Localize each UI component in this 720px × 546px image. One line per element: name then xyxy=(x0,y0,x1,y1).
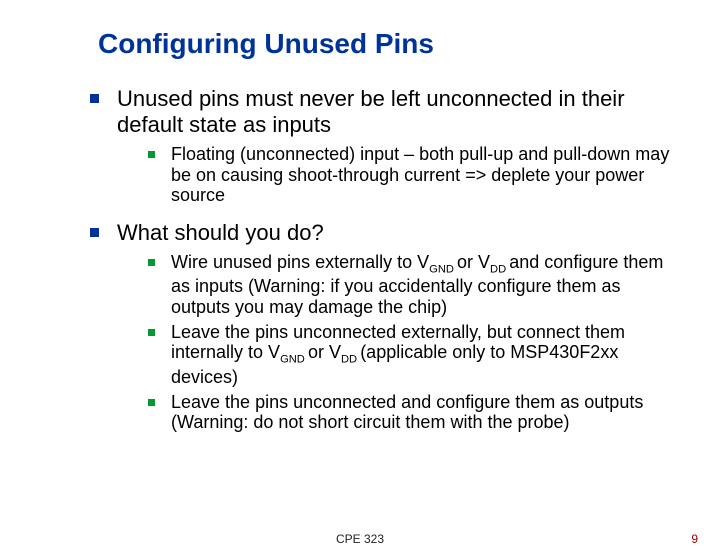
l2-text: Floating (unconnected) input – both pull… xyxy=(171,144,680,206)
square-bullet-icon xyxy=(148,259,155,266)
bullet-l1-item: What should you do? xyxy=(90,220,680,246)
bullet-l2-item: Leave the pins unconnected externally, b… xyxy=(148,322,680,388)
footer-page-number: 9 xyxy=(691,532,698,546)
l2-text: Wire unused pins externally to VGND or V… xyxy=(171,252,680,318)
bullet-l1-item: Unused pins must never be left unconnect… xyxy=(90,86,680,138)
l1-text: Unused pins must never be left unconnect… xyxy=(117,86,680,138)
square-bullet-icon xyxy=(148,151,155,158)
square-bullet-icon xyxy=(90,94,99,103)
text-fragment: or V xyxy=(457,252,490,272)
slide-title: Configuring Unused Pins xyxy=(98,28,680,60)
square-bullet-icon xyxy=(148,329,155,336)
text-fragment: Wire unused pins externally to V xyxy=(171,252,429,272)
bullet-l2-item: Leave the pins unconnected and configure… xyxy=(148,392,680,433)
bullet-l2-item: Floating (unconnected) input – both pull… xyxy=(148,144,680,206)
subscript: DD xyxy=(341,354,360,366)
l2-text: Leave the pins unconnected externally, b… xyxy=(171,322,680,388)
text-fragment: or V xyxy=(308,342,341,362)
square-bullet-icon xyxy=(148,399,155,406)
l1-text: What should you do? xyxy=(117,220,680,246)
square-bullet-icon xyxy=(90,228,99,237)
footer-course: CPE 323 xyxy=(336,532,384,546)
subscript: GND xyxy=(280,354,308,366)
bullet-l2-item: Wire unused pins externally to VGND or V… xyxy=(148,252,680,318)
l2-text: Leave the pins unconnected and configure… xyxy=(171,392,680,433)
subscript: DD xyxy=(490,264,509,276)
subscript: GND xyxy=(429,264,457,276)
